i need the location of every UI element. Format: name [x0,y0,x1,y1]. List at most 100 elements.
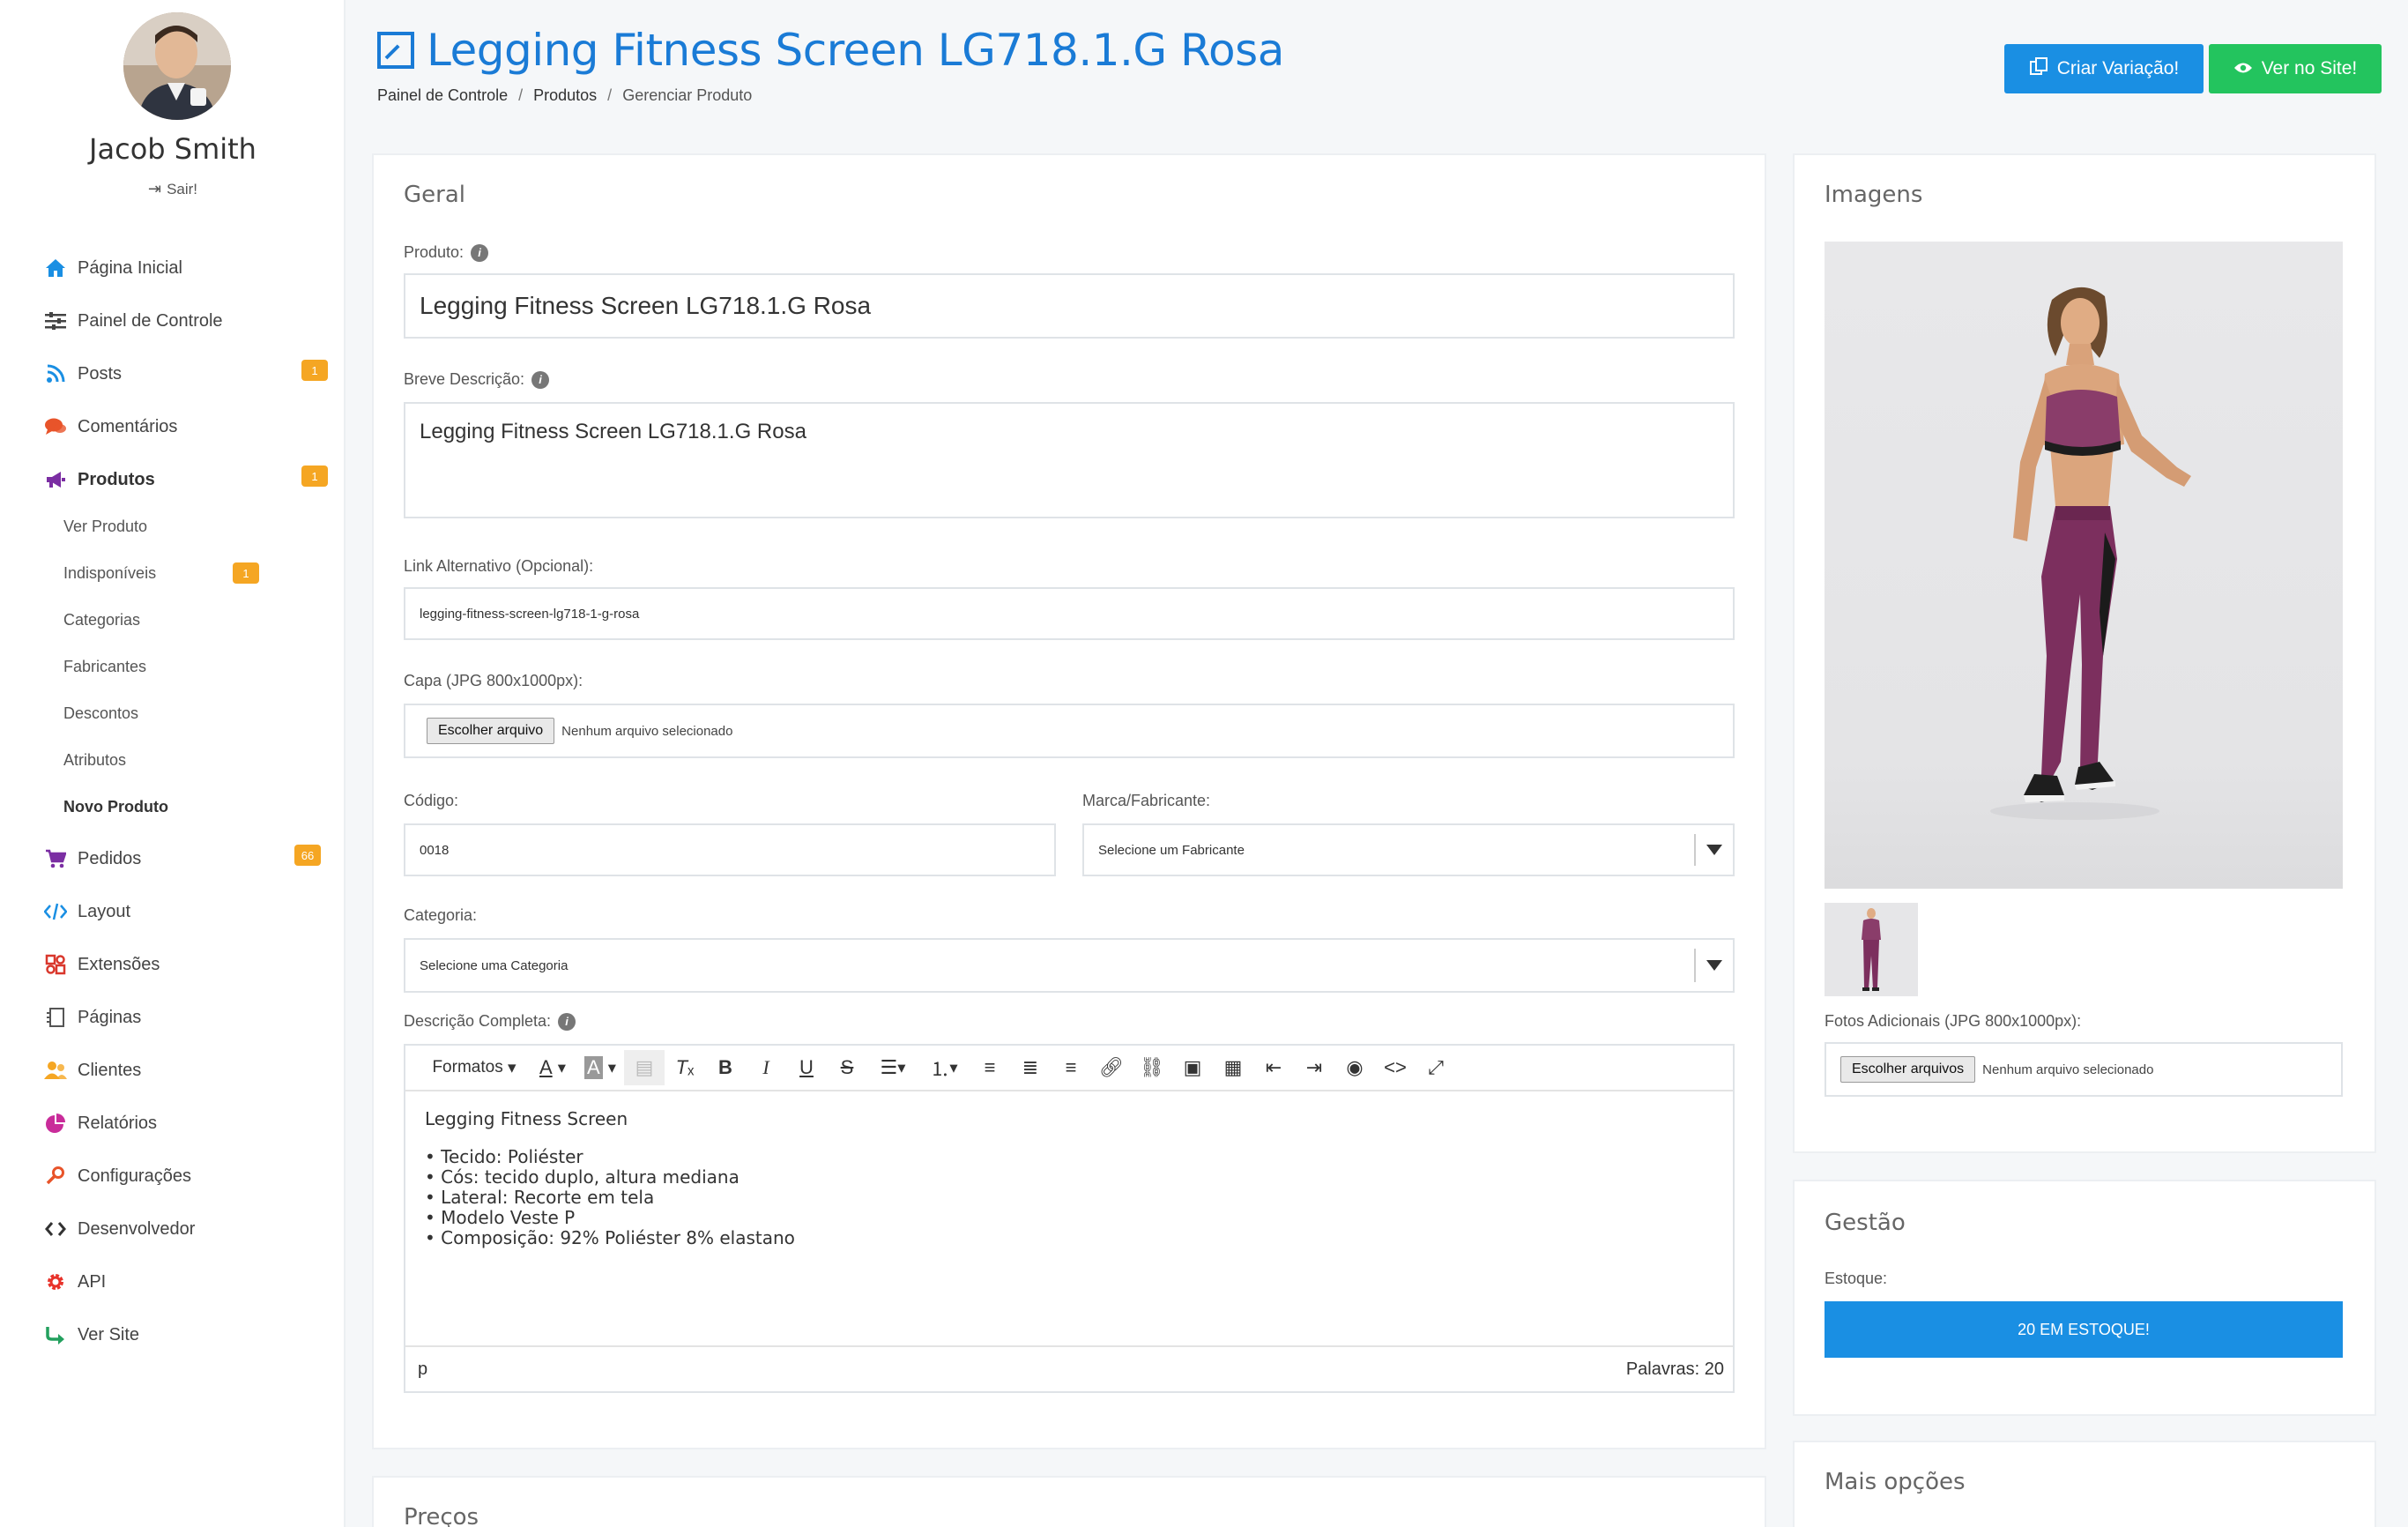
chevron-down-icon [1694,834,1733,866]
nav-item-paginas[interactable]: Páginas [42,1000,141,1035]
align-center-icon[interactable]: ≣ [1010,1050,1051,1085]
media-icon[interactable]: ▦ [1213,1050,1253,1085]
editor-content[interactable]: Legging Fitness Screen • Tecido: Poliést… [405,1091,1733,1345]
breadcrumb-produtos[interactable]: Produtos [533,86,597,105]
nav-item-pedidos[interactable]: Pedidos [42,841,141,876]
editor-bullet: • Modelo Veste P [425,1207,576,1228]
product-name-input[interactable]: Legging Fitness Screen LG718.1.G Rosa [404,273,1735,339]
choose-files-button[interactable]: Escolher arquivos [1840,1056,1976,1083]
sub-item-categorias[interactable]: Categorias [63,605,140,635]
avatar[interactable] [123,12,231,120]
align-right-icon[interactable]: ≡ [1051,1050,1091,1085]
code-label: Código: [404,792,459,809]
editor-content-title: Legging Fitness Screen [425,1108,628,1129]
product-thumbnail[interactable] [1825,903,1918,996]
logout-icon: ⇥ [147,180,162,197]
puzzle-icon [42,954,69,975]
nav-item-pagina-inicial[interactable]: Página Inicial [42,250,182,286]
more-options-panel: Mais opções [1793,1441,2376,1527]
link-icon[interactable]: 🔗︎ [1091,1050,1132,1085]
underline-icon[interactable]: U [786,1050,827,1085]
bullet-list-icon[interactable]: ☰ ▾ [867,1050,918,1085]
product-photo [1990,287,2191,820]
code-icon [42,903,69,920]
nav-item-api[interactable]: API [42,1264,106,1300]
cover-label: Capa (JPG 800x1000px): [404,672,583,689]
bg-color-icon[interactable]: A ▾ [576,1050,624,1085]
nav-item-painel[interactable]: Painel de Controle [42,303,223,339]
short-desc-textarea[interactable]: Legging Fitness Screen LG718.1.G Rosa [404,402,1735,518]
clear-format-icon[interactable]: Tₓ [665,1050,705,1085]
nav-item-posts[interactable]: Posts [42,356,122,391]
strikethrough-icon[interactable]: S [827,1050,867,1085]
choose-file-button[interactable]: Escolher arquivo [427,718,555,744]
category-select[interactable]: Selecione uma Categoria [404,938,1735,993]
sub-item-atributos[interactable]: Atributos [63,745,126,775]
text-color-icon[interactable]: A ▾ [529,1050,576,1085]
cart-icon [42,849,69,868]
breadcrumb-separator: / [607,86,613,104]
chevron-down-icon [1694,949,1733,982]
image-icon[interactable]: ▣ [1172,1050,1213,1085]
preview-icon[interactable]: ◉ [1334,1050,1375,1085]
editor-statusbar: p Palavras: 20 [405,1345,1733,1391]
editor-bullet: • Tecido: Poliéster [425,1146,583,1167]
align-left-icon[interactable]: ≡ [970,1050,1010,1085]
fullscreen-icon[interactable]: ⤢ [1416,1050,1456,1085]
category-label: Categoria: [404,906,478,924]
breadcrumb-painel[interactable]: Painel de Controle [377,86,508,105]
logout-link[interactable]: ⇥ Sair! [0,180,346,198]
product-main-image[interactable] [1825,242,2343,889]
sub-item-indisponiveis[interactable]: Indisponíveis [63,558,156,588]
word-count: Palavras: 20 [1625,1359,1724,1379]
short-desc-label: Breve Descrição: i [404,370,550,389]
stock-button[interactable]: 20 EM ESTOQUE! [1825,1301,2343,1358]
sub-item-novo-produto[interactable]: Novo Produto [63,792,168,822]
prices-heading: Preços [404,1504,479,1527]
nav-item-configuracoes[interactable]: Configurações [42,1158,191,1194]
code-input[interactable]: 0018 [404,823,1056,876]
create-variation-button[interactable]: Criar Variação! [2004,44,2204,93]
home-icon [42,258,69,278]
nav-item-desenvolvedor[interactable]: Desenvolvedor [42,1211,195,1247]
sub-item-ver-produto[interactable]: Ver Produto [63,511,147,541]
indent-icon[interactable]: ⇥ [1294,1050,1334,1085]
nav-item-extensoes[interactable]: Extensões [42,947,160,982]
cover-file-input[interactable]: Escolher arquivo Nenhum arquivo selecion… [404,704,1735,758]
sub-item-descontos[interactable]: Descontos [63,698,138,728]
management-heading: Gestão [1825,1210,1906,1236]
outdent-icon[interactable]: ⇤ [1253,1050,1294,1085]
nav-item-clientes[interactable]: Clientes [42,1053,141,1088]
formats-dropdown[interactable]: Formatos ▾ [420,1050,529,1085]
management-panel: Gestão [1793,1180,2376,1416]
source-code-icon[interactable]: <> [1375,1050,1416,1085]
nav-item-layout[interactable]: Layout [42,894,130,929]
nav-item-relatorios[interactable]: Relatórios [42,1106,157,1141]
nav-item-comentarios[interactable]: Comentários [42,409,177,444]
view-site-button[interactable]: Ver no Site! [2209,44,2382,93]
nav-item-ver-site[interactable]: Ver Site [42,1317,139,1352]
info-icon[interactable]: i [531,370,550,389]
files-status: Nenhum arquivo selecionado [1982,1061,2154,1077]
bold-icon[interactable]: B [705,1050,746,1085]
eye-icon [2233,58,2253,79]
element-path[interactable]: p [418,1359,427,1380]
nav-item-produtos[interactable]: Produtos [42,462,155,497]
paste-icon[interactable]: ▤ [624,1050,665,1085]
brand-select[interactable]: Selecione um Fabricante [1082,823,1735,876]
produtos-badge: 1 [301,466,328,487]
editor-bullet: • Lateral: Recorte em tela [425,1187,655,1208]
numbered-list-icon[interactable]: ⒈ ▾ [918,1050,970,1085]
comments-icon [42,417,69,436]
alt-link-input[interactable]: legging-fitness-screen-lg718-1-g-rosa [404,587,1735,640]
italic-icon[interactable]: I [746,1050,786,1085]
info-icon[interactable]: i [471,243,489,262]
info-icon[interactable]: i [558,1012,576,1031]
breadcrumb-current: Gerenciar Produto [622,86,753,104]
additional-photos-input[interactable]: Escolher arquivos Nenhum arquivo selecio… [1825,1042,2343,1097]
unlink-icon[interactable]: ⛓ [1132,1050,1172,1085]
sub-item-fabricantes[interactable]: Fabricantes [63,652,146,682]
file-status: Nenhum arquivo selecionado [561,723,733,739]
user-name: Jacob Smith [89,132,256,166]
gear-icon [42,1271,69,1292]
